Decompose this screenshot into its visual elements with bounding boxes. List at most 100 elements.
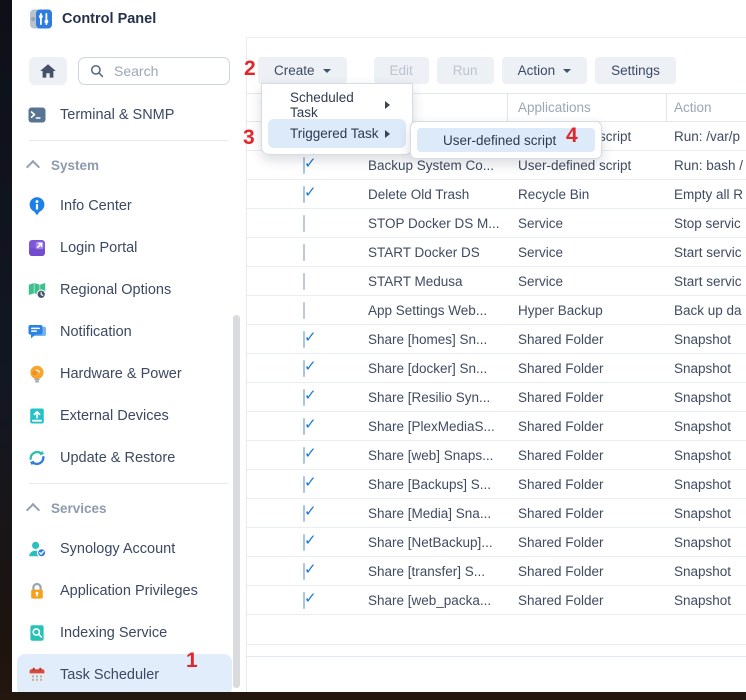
create-button[interactable]: Create [258, 57, 347, 84]
table-row[interactable]: Share [NetBackup]... Shared Folder Snaps… [247, 528, 746, 557]
table-row[interactable]: STOP Docker DS M... Service Stop servic [247, 209, 746, 238]
row-checkbox-cell [247, 361, 358, 376]
sidebar-item-login-portal[interactable]: Login Portal [17, 227, 232, 269]
task-action-cell: Run: bash / [667, 158, 746, 173]
search-input[interactable] [112, 62, 219, 80]
row-checkbox-cell [247, 593, 358, 608]
task-enabled-checkbox[interactable] [303, 215, 305, 232]
task-name-cell: START Medusa [358, 274, 508, 289]
task-enabled-checkbox[interactable] [303, 592, 305, 609]
indexing-service-icon [27, 623, 47, 643]
sidebar-item-update-restore[interactable]: Update & Restore [17, 437, 232, 479]
table-row[interactable]: Share [Resilio Syn... Shared Folder Snap… [247, 383, 746, 412]
task-enabled-checkbox[interactable] [303, 244, 305, 261]
task-application-cell: Hyper Backup [508, 303, 667, 318]
header-applications-column[interactable]: Applications [508, 94, 667, 121]
sidebar-scrollbar[interactable] [233, 315, 240, 688]
page-title: Control Panel [62, 11, 156, 27]
sidebar-item-synology-account[interactable]: Synology Account [17, 528, 232, 570]
row-checkbox-cell [247, 506, 358, 521]
task-action-cell: Snapshot [667, 477, 746, 492]
row-checkbox-cell [247, 448, 358, 463]
table-row[interactable]: Share [transfer] S... Shared Folder Snap… [247, 557, 746, 586]
row-checkbox-cell [247, 390, 358, 405]
sidebar-item-terminal-snmp[interactable]: Terminal & SNMP [17, 94, 232, 136]
task-enabled-checkbox[interactable] [303, 331, 305, 348]
task-name-cell: Share [Media] Sna... [358, 506, 508, 521]
task-enabled-checkbox[interactable] [303, 447, 305, 464]
row-checkbox-cell [247, 332, 358, 347]
search-box[interactable] [78, 57, 230, 85]
table-row[interactable]: Share [web_packa... Shared Folder Snapsh… [247, 586, 746, 615]
run-button-label: Run [453, 63, 478, 78]
sidebar-item-label: Update & Restore [60, 450, 175, 466]
table-row[interactable]: START Medusa Service Start servic [247, 267, 746, 296]
task-enabled-checkbox[interactable] [303, 273, 305, 290]
task-enabled-checkbox[interactable] [303, 360, 305, 377]
titlebar: Control Panel [12, 0, 746, 37]
table-row[interactable]: Delete Old Trash Recycle Bin Empty all R [247, 180, 746, 209]
task-action-cell: Stop servic [667, 216, 746, 231]
sidebar-group-services[interactable]: Services [12, 488, 246, 528]
sidebar-item-indexing-service[interactable]: Indexing Service [17, 612, 232, 654]
task-enabled-checkbox[interactable] [303, 476, 305, 493]
menu-item-triggered-task[interactable]: Triggered Task [268, 119, 406, 148]
table-row[interactable]: Share [web] Snaps... Shared Folder Snaps… [247, 441, 746, 470]
sidebar-item-label: Login Portal [60, 240, 137, 256]
task-enabled-checkbox[interactable] [303, 563, 305, 580]
task-enabled-checkbox[interactable] [303, 157, 305, 174]
sidebar-group-system[interactable]: System [12, 145, 246, 185]
task-enabled-checkbox[interactable] [303, 389, 305, 406]
edit-button[interactable]: Edit [374, 57, 429, 84]
action-button-label: Action [518, 63, 556, 78]
chevron-up-icon [26, 159, 40, 173]
external-devices-icon [27, 406, 47, 426]
task-name-cell: START Docker DS [358, 245, 508, 260]
task-enabled-checkbox[interactable] [303, 302, 305, 319]
sidebar-item-notification[interactable]: Notification [17, 311, 232, 353]
sidebar-item-info-center[interactable]: Info Center [17, 185, 232, 227]
sidebar-item-application-privileges[interactable]: Application Privileges [17, 570, 232, 612]
home-icon [38, 61, 58, 81]
row-checkbox-cell [247, 564, 358, 579]
sidebar-item-regional-options[interactable]: Regional Options [17, 269, 232, 311]
menu-item-label: User-defined script [443, 133, 556, 148]
task-name-cell: Share [NetBackup]... [358, 535, 508, 550]
task-action-cell: Run: /var/p [667, 129, 746, 144]
run-button[interactable]: Run [437, 57, 494, 84]
home-button[interactable] [29, 57, 67, 85]
group-header-label: Services [51, 501, 107, 516]
table-row[interactable]: START Docker DS Service Start servic [247, 238, 746, 267]
task-enabled-checkbox[interactable] [303, 186, 305, 203]
table-row[interactable]: Share [homes] Sn... Shared Folder Snapsh… [247, 325, 746, 354]
task-name-cell: App Settings Web... [358, 303, 508, 318]
sidebar-item-label: Info Center [60, 198, 132, 214]
sidebar-item-external-devices[interactable]: External Devices [17, 395, 232, 437]
sidebar-item-task-scheduler[interactable]: Task Scheduler [17, 654, 232, 692]
table-body: User-defined script Run: /var/p Backup S… [247, 122, 746, 615]
caret-down-icon [563, 69, 571, 77]
task-enabled-checkbox[interactable] [303, 534, 305, 551]
task-enabled-checkbox[interactable] [303, 505, 305, 522]
row-checkbox-cell [247, 303, 358, 318]
task-name-cell: STOP Docker DS M... [358, 216, 508, 231]
task-enabled-checkbox[interactable] [303, 418, 305, 435]
sidebar-item-hardware-power[interactable]: Hardware & Power [17, 353, 232, 395]
task-action-cell: Snapshot [667, 419, 746, 434]
table-row[interactable]: Share [Backups] S... Shared Folder Snaps… [247, 470, 746, 499]
task-application-cell: Shared Folder [508, 419, 667, 434]
settings-button[interactable]: Settings [595, 57, 676, 84]
annotation-step-3: 3 [243, 127, 255, 148]
menu-item-scheduled-task[interactable]: Scheduled Task [268, 90, 406, 119]
row-checkbox-cell [247, 274, 358, 289]
table-row[interactable]: Share [PlexMediaS... Shared Folder Snaps… [247, 412, 746, 441]
search-icon [89, 63, 105, 79]
header-action-column[interactable]: Action [667, 94, 746, 121]
sidebar-item-label: Terminal & SNMP [60, 107, 174, 123]
table-row[interactable]: App Settings Web... Hyper Backup Back up… [247, 296, 746, 325]
table-row[interactable]: Share [Media] Sna... Shared Folder Snaps… [247, 499, 746, 528]
table-footer-divider [247, 656, 746, 657]
action-button[interactable]: Action [502, 57, 588, 84]
sidebar-item-label: Task Scheduler [60, 667, 159, 683]
table-row[interactable]: Share [docker] Sn... Shared Folder Snaps… [247, 354, 746, 383]
